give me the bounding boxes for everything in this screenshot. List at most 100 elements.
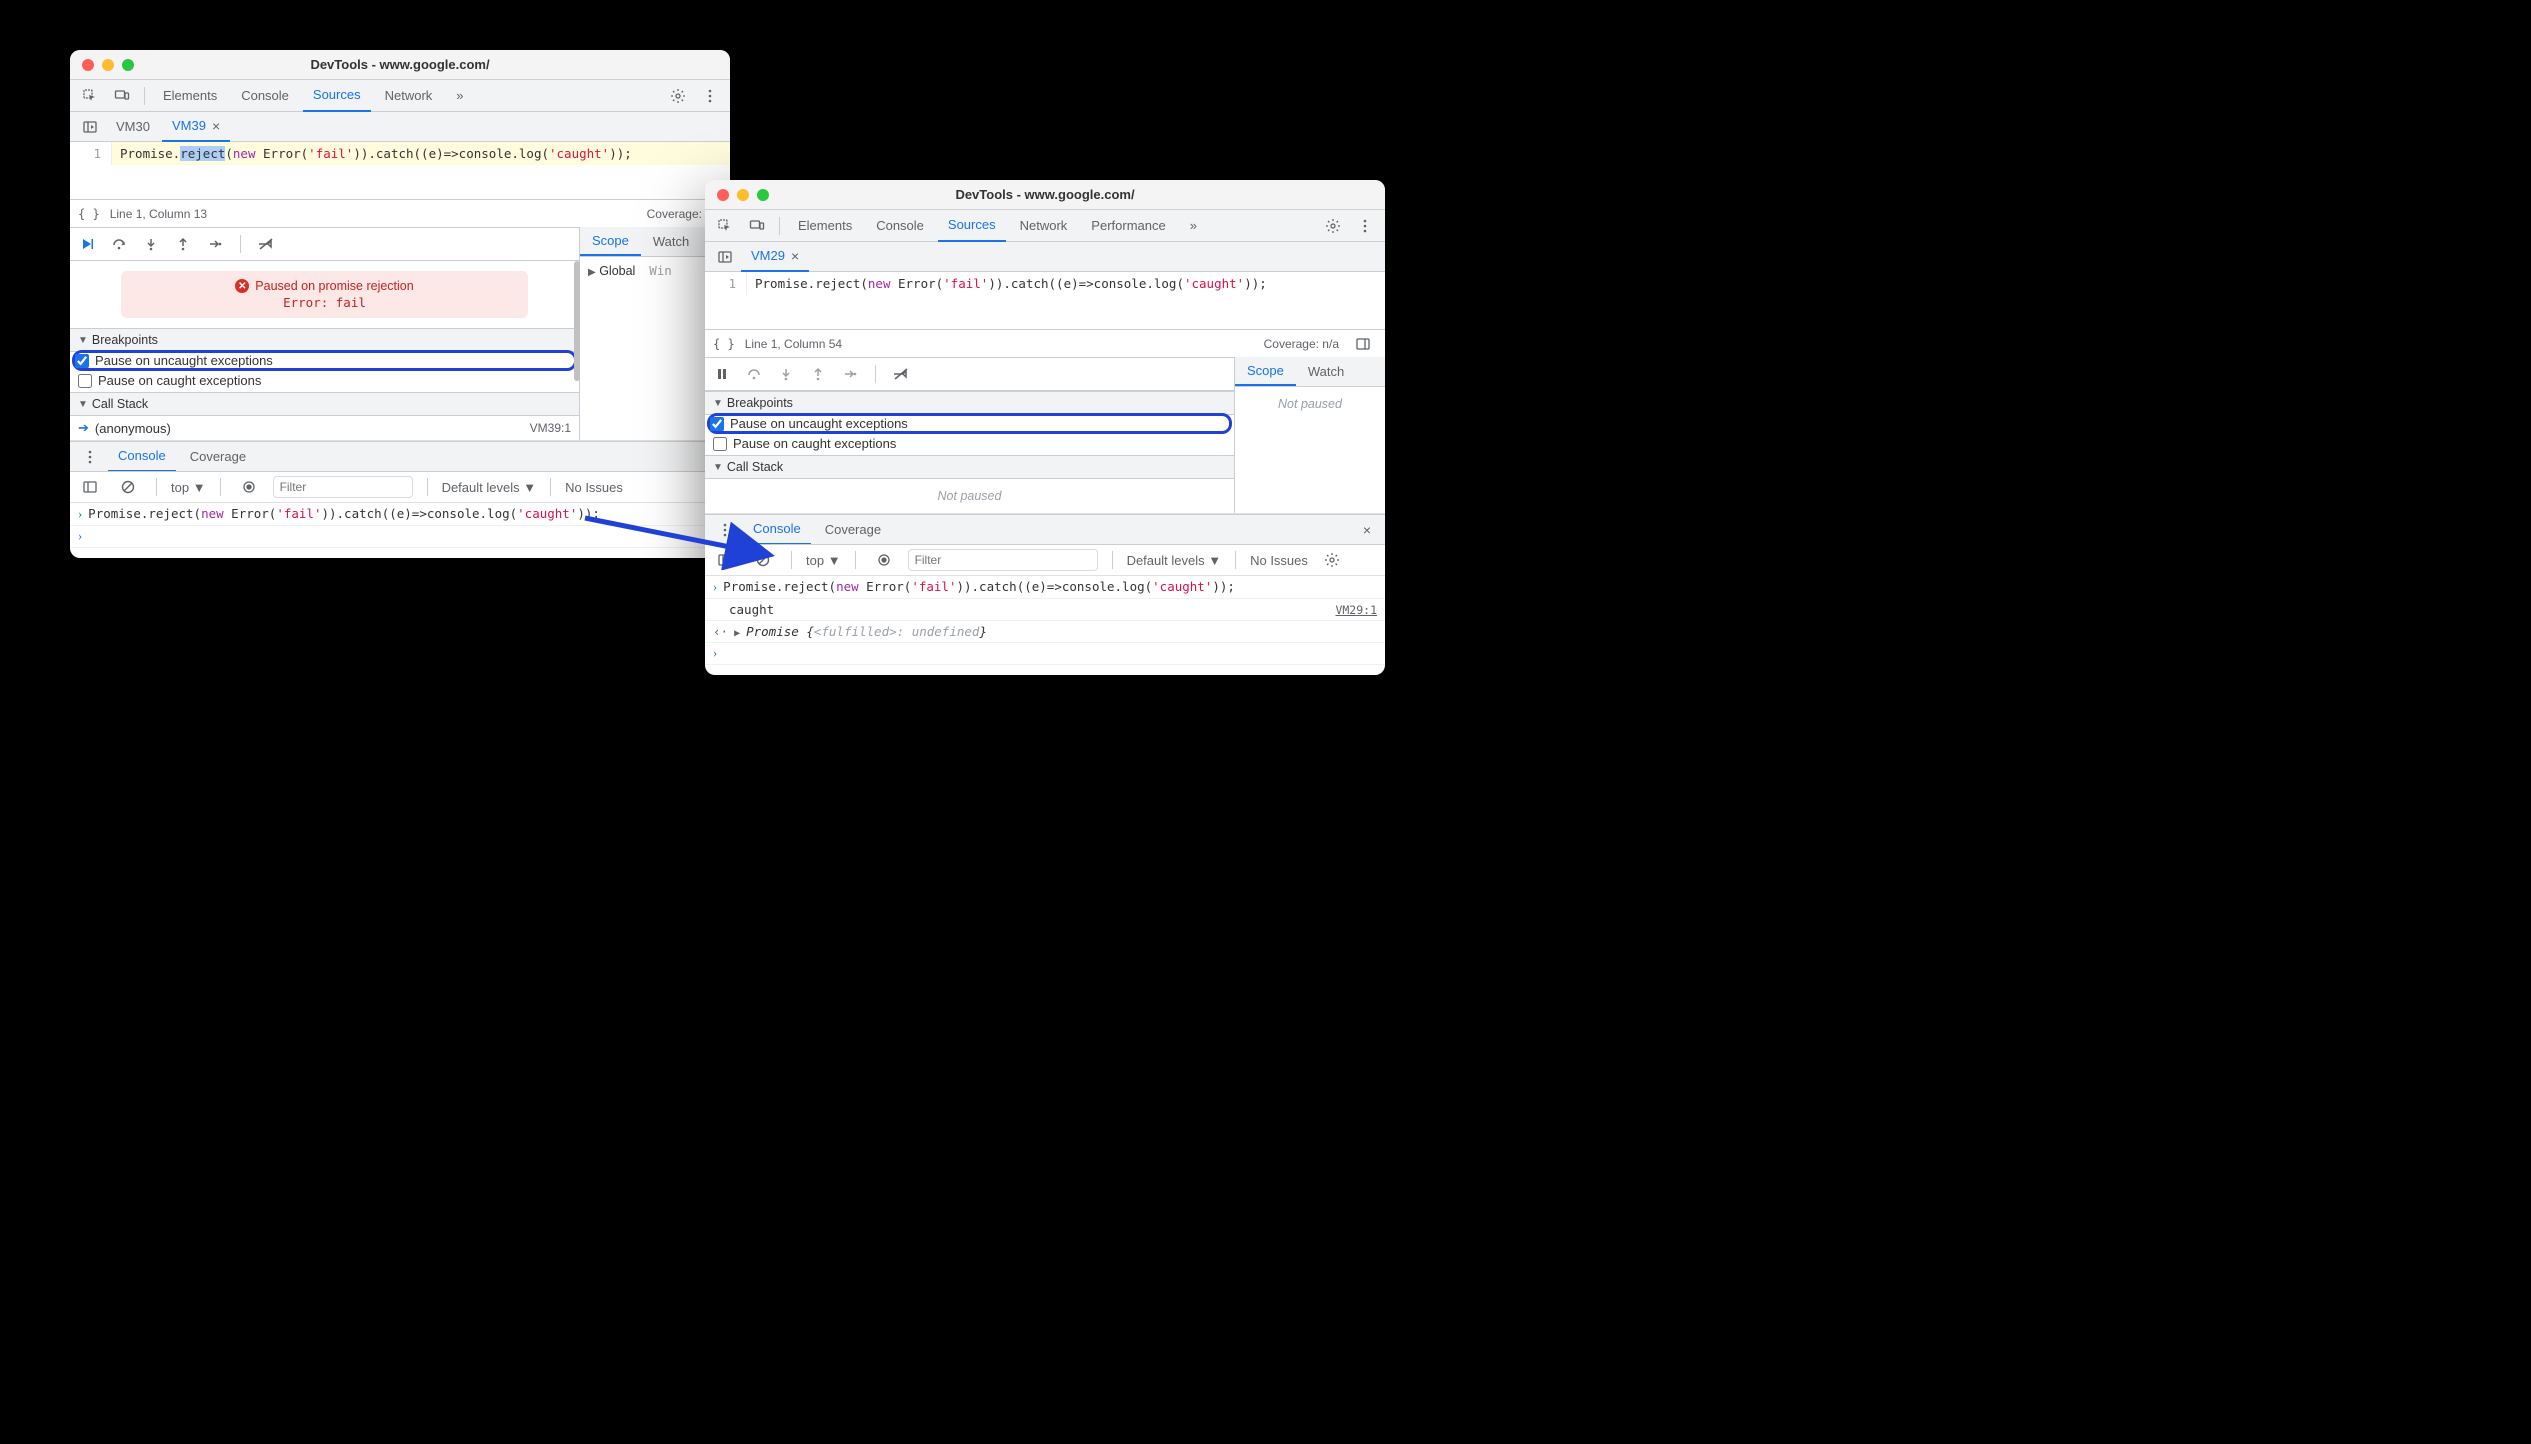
tab-scope[interactable]: Scope: [580, 227, 641, 256]
tab-network[interactable]: Network: [1010, 210, 1078, 242]
pause-uncaught-checkbox-row[interactable]: Pause on uncaught exceptions: [707, 413, 1232, 434]
file-tab-vm30[interactable]: VM30: [106, 112, 160, 142]
minimize-window-button[interactable]: [737, 189, 749, 201]
tab-sources[interactable]: Sources: [938, 210, 1006, 242]
console-input-code: Promise.reject(new Error('fail')).catch(…: [88, 506, 600, 521]
minimize-window-button[interactable]: [102, 59, 114, 71]
device-toolbar-icon[interactable]: [108, 82, 136, 110]
live-expression-icon[interactable]: [235, 473, 263, 501]
breakpoints-section[interactable]: ▼ Breakpoints: [705, 391, 1234, 415]
scope-global[interactable]: Global: [599, 264, 635, 278]
console-context[interactable]: top ▼: [171, 480, 206, 495]
console-prompt[interactable]: ›: [705, 643, 1385, 665]
console-log-location[interactable]: VM29:1: [1335, 603, 1377, 617]
editor-statusbar: { } Line 1, Column 54 Coverage: n/a: [705, 329, 1385, 357]
tabs-overflow[interactable]: »: [1180, 210, 1207, 242]
step-over-button[interactable]: [743, 363, 765, 385]
tab-watch[interactable]: Watch: [1296, 357, 1356, 386]
pause-caught-checkbox-row[interactable]: Pause on caught exceptions: [70, 369, 579, 392]
step-out-button[interactable]: [172, 233, 194, 255]
log-levels-dropdown[interactable]: Default levels ▼: [442, 480, 537, 495]
step-out-button[interactable]: [807, 363, 829, 385]
pause-uncaught-checkbox[interactable]: [75, 354, 89, 368]
console-settings-icon[interactable]: [1318, 546, 1346, 574]
tabs-overflow[interactable]: »: [446, 80, 473, 112]
line-number: 1: [705, 272, 747, 295]
console-toolbar: top ▼ Default levels ▼ No Issues: [70, 471, 730, 503]
step-into-button[interactable]: [775, 363, 797, 385]
disclosure-icon: ▼: [713, 462, 723, 473]
tab-performance[interactable]: Performance: [1081, 210, 1175, 242]
close-tab-icon[interactable]: ×: [791, 248, 799, 264]
drawer-tab-coverage[interactable]: Coverage: [815, 515, 891, 545]
tab-sources[interactable]: Sources: [303, 80, 371, 112]
drawer-tabstrip: Console Coverage ×: [705, 514, 1385, 544]
drawer-tab-coverage[interactable]: Coverage: [180, 442, 256, 472]
console-sidebar-toggle-icon[interactable]: [76, 473, 104, 501]
close-tab-icon[interactable]: ×: [212, 118, 220, 134]
console-prompt[interactable]: ›: [70, 526, 730, 548]
tab-elements[interactable]: Elements: [788, 210, 862, 242]
file-tab-vm39[interactable]: VM39 ×: [162, 112, 230, 142]
callstack-section[interactable]: ▼ Call Stack: [705, 455, 1234, 479]
deactivate-breakpoints-button[interactable]: [255, 233, 277, 255]
pretty-print-button[interactable]: { }: [78, 207, 100, 221]
code-editor[interactable]: 1 Promise.reject(new Error('fail')).catc…: [70, 142, 730, 165]
step-button[interactable]: [839, 363, 861, 385]
console-sidebar-toggle-icon[interactable]: [711, 546, 739, 574]
close-drawer-icon[interactable]: ×: [1355, 522, 1379, 538]
device-toolbar-icon[interactable]: [743, 212, 771, 240]
pause-caught-checkbox[interactable]: [78, 374, 92, 388]
console-filter-input[interactable]: [273, 476, 413, 498]
tab-console[interactable]: Console: [866, 210, 934, 242]
deactivate-breakpoints-button[interactable]: [890, 363, 912, 385]
callstack-section[interactable]: ▼ Call Stack: [70, 392, 579, 416]
stack-frame[interactable]: ➔ (anonymous) VM39:1: [70, 416, 579, 440]
step-into-button[interactable]: [140, 233, 162, 255]
tab-watch[interactable]: Watch: [641, 227, 701, 256]
more-icon[interactable]: [1351, 212, 1379, 240]
settings-icon[interactable]: [1319, 212, 1347, 240]
navigator-toggle-icon[interactable]: [76, 113, 104, 141]
drawer-tab-console[interactable]: Console: [108, 442, 176, 472]
settings-icon[interactable]: [664, 82, 692, 110]
pretty-print-button[interactable]: { }: [713, 337, 735, 351]
live-expression-icon[interactable]: [870, 546, 898, 574]
tab-elements[interactable]: Elements: [153, 80, 227, 112]
pause-caught-checkbox[interactable]: [713, 437, 727, 451]
close-window-button[interactable]: [82, 59, 94, 71]
pause-caught-checkbox-row[interactable]: Pause on caught exceptions: [705, 432, 1234, 455]
close-window-button[interactable]: [717, 189, 729, 201]
tab-scope[interactable]: Scope: [1235, 357, 1296, 386]
console-return-value[interactable]: Promise {<fulfilled>: undefined}: [746, 624, 987, 639]
step-button[interactable]: [204, 233, 226, 255]
debugger-sidebar-toggle-icon[interactable]: [1349, 330, 1377, 358]
drawer-more-icon[interactable]: [711, 516, 739, 544]
pause-uncaught-checkbox-row[interactable]: Pause on uncaught exceptions: [72, 350, 577, 371]
navigator-toggle-icon[interactable]: [711, 243, 739, 271]
code-editor[interactable]: 1 Promise.reject(new Error('fail')).catc…: [705, 272, 1385, 295]
breakpoints-section[interactable]: ▼ Breakpoints: [70, 328, 579, 352]
console-context[interactable]: top ▼: [806, 553, 841, 568]
inspect-icon[interactable]: [76, 82, 104, 110]
clear-console-icon[interactable]: [749, 546, 777, 574]
maximize-window-button[interactable]: [757, 189, 769, 201]
maximize-window-button[interactable]: [122, 59, 134, 71]
drawer-tab-console[interactable]: Console: [743, 515, 811, 545]
clear-console-icon[interactable]: [114, 473, 142, 501]
issues-button[interactable]: No Issues: [565, 480, 623, 495]
tab-network[interactable]: Network: [375, 80, 443, 112]
tab-console[interactable]: Console: [231, 80, 299, 112]
issues-button[interactable]: No Issues: [1250, 553, 1308, 568]
file-tab-vm29[interactable]: VM29 ×: [741, 242, 809, 272]
pause-button[interactable]: [711, 363, 733, 385]
more-icon[interactable]: [696, 82, 724, 110]
drawer-more-icon[interactable]: [76, 443, 104, 471]
inspect-icon[interactable]: [711, 212, 739, 240]
log-levels-dropdown[interactable]: Default levels ▼: [1127, 553, 1222, 568]
step-over-button[interactable]: [108, 233, 130, 255]
pause-caught-label: Pause on caught exceptions: [733, 436, 896, 451]
pause-uncaught-checkbox[interactable]: [710, 417, 724, 431]
console-filter-input[interactable]: [908, 549, 1098, 571]
resume-button[interactable]: [76, 233, 98, 255]
